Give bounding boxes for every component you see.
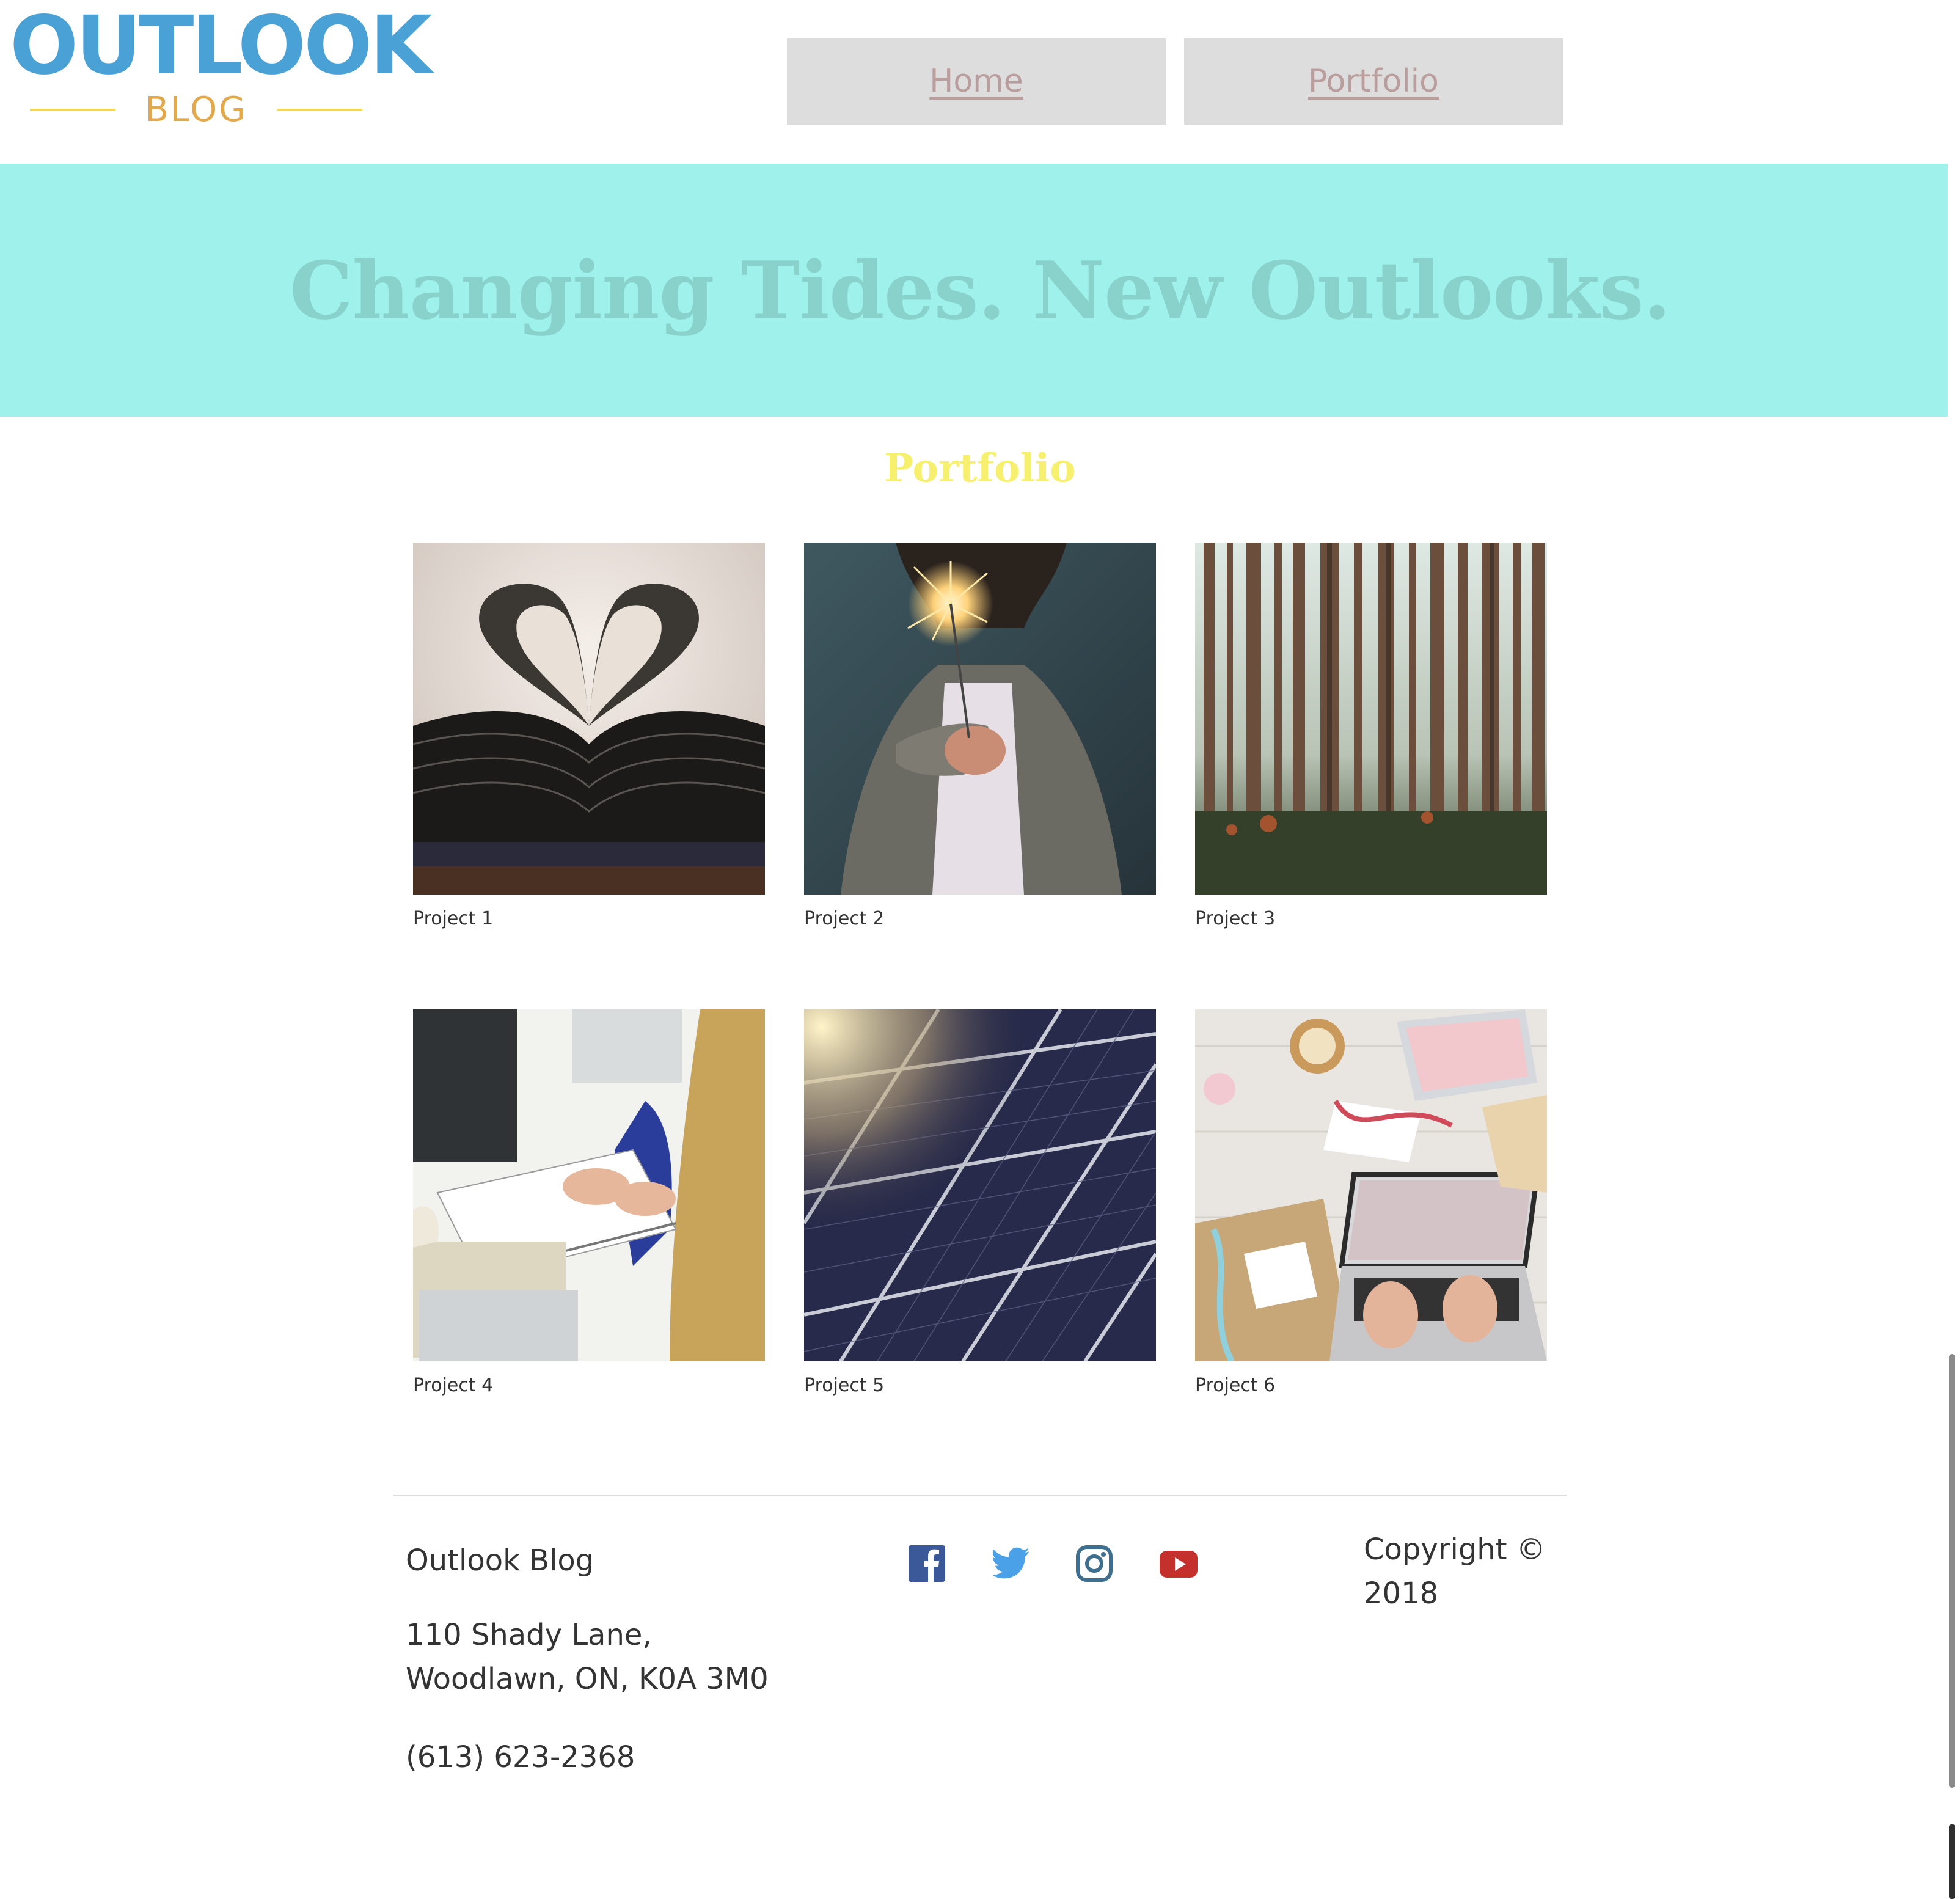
footer-blog-name: Outlook Blog [406, 1543, 594, 1578]
site-logo[interactable]: OUTLOOK BLOG [10, 0, 433, 130]
footer-phone: (613) 623-2368 [406, 1740, 635, 1774]
logo-subtitle-row: BLOG [10, 88, 382, 132]
twitter-icon[interactable] [991, 1543, 1031, 1584]
footer-address-line2: Woodlawn, ON, K0A 3M0 [406, 1662, 769, 1696]
project-label: Project 1 [413, 908, 494, 929]
project-label: Project 5 [804, 1375, 885, 1396]
footer-copyright-line2: 2018 [1364, 1576, 1439, 1611]
book-heart-photo[interactable] [413, 543, 765, 895]
logo-subtitle: BLOG [145, 90, 247, 130]
hero-banner: Changing Tides. New Outlooks. [0, 164, 1960, 417]
hero-title: Changing Tides. New Outlooks. [290, 243, 1671, 337]
project-label: Project 6 [1195, 1375, 1276, 1396]
youtube-icon[interactable] [1158, 1543, 1199, 1584]
portfolio-heading: Portfolio [884, 445, 1076, 491]
laptop-desk-photo[interactable] [1195, 1009, 1547, 1361]
notebook-writing-photo[interactable] [413, 1009, 765, 1361]
logo-rule-left [30, 109, 116, 111]
scrollbar-thumb[interactable] [1949, 1354, 1955, 1788]
project-label: Project 3 [1195, 908, 1276, 929]
footer-address-line1: 110 Shady Lane, [406, 1618, 652, 1652]
logo-title: OUTLOOK [10, 0, 433, 93]
project-label: Project 4 [413, 1375, 494, 1396]
forest-photo[interactable] [1195, 543, 1547, 895]
project-label: Project 2 [804, 908, 885, 929]
logo-rule-right [276, 109, 362, 111]
scrollbar-thumb-secondary[interactable] [1949, 1824, 1955, 1899]
instagram-icon[interactable] [1074, 1543, 1114, 1584]
footer-copyright-line1: Copyright © [1364, 1532, 1546, 1567]
sparkler-photo[interactable] [804, 543, 1156, 895]
solar-panels-photo[interactable] [804, 1009, 1156, 1361]
nav-portfolio-link[interactable]: Portfolio [1184, 38, 1563, 125]
facebook-icon[interactable] [907, 1543, 947, 1584]
footer-divider [393, 1495, 1567, 1496]
nav-home-link[interactable]: Home [787, 38, 1166, 125]
